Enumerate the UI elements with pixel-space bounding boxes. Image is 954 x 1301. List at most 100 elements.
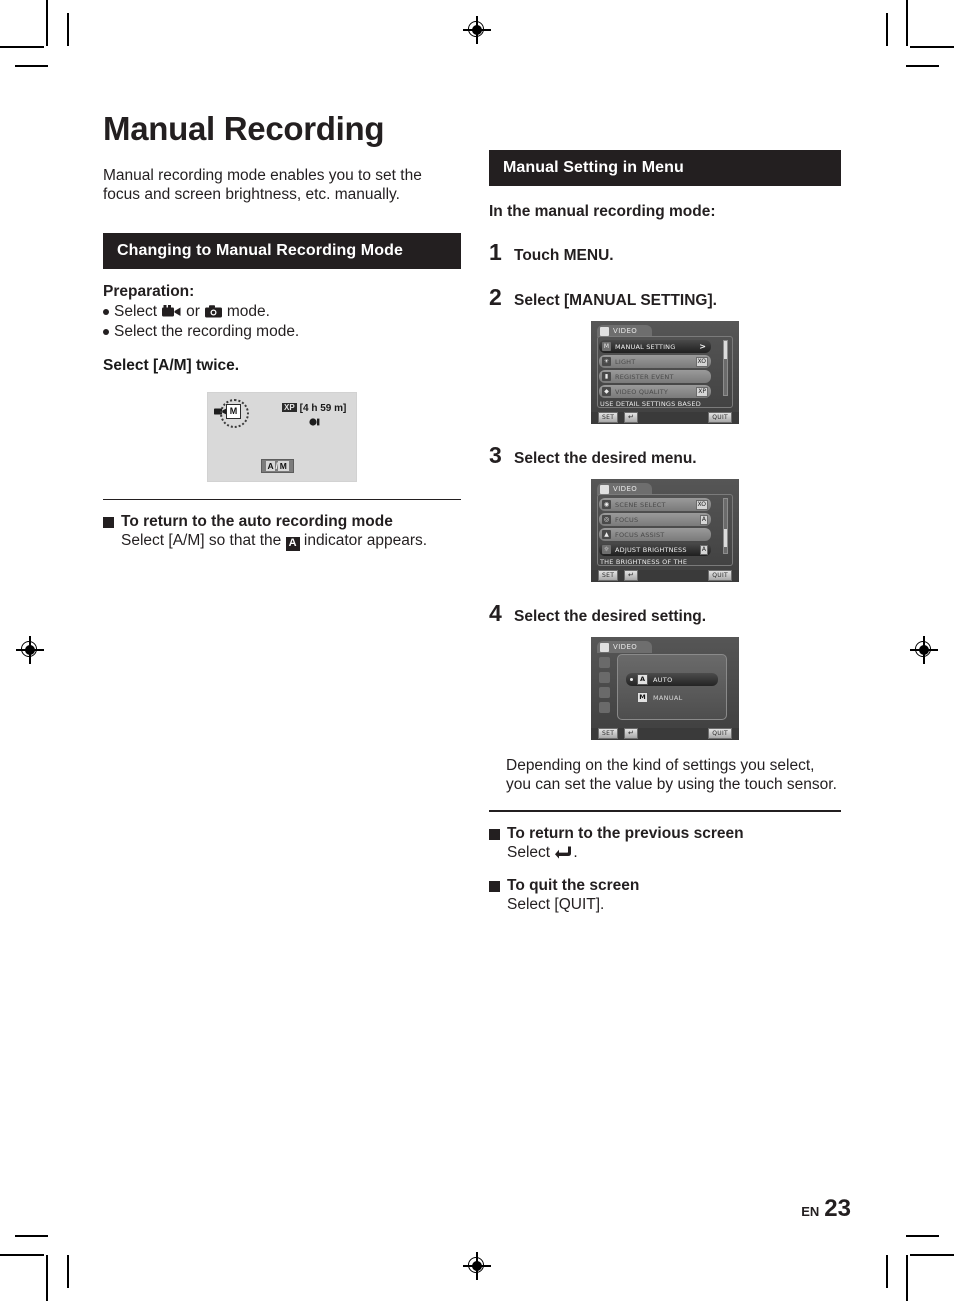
menu-row-value: A: [699, 514, 708, 525]
menu-set-button[interactable]: SET: [598, 570, 619, 581]
rec-dot-icon: [309, 417, 322, 429]
menu-screenshot-step-3: VIDEO ◉ SCENE SELECT XO ◎ FOCUS A ▲ FOCU…: [591, 479, 739, 582]
menu-row-scene-select[interactable]: ◉ SCENE SELECT XO: [599, 498, 711, 511]
menu-row-label: REGISTER EVENT: [615, 372, 674, 381]
page-footer: EN 23: [801, 1195, 851, 1223]
menu-row-label: FOCUS ASSIST: [615, 530, 665, 539]
lcd-quality-badge: XP: [282, 402, 297, 412]
step-3-text: Select the desired menu.: [514, 450, 697, 467]
bullet-select-mode: Select or mode.: [103, 302, 461, 322]
footer-page-number: 23: [824, 1195, 851, 1222]
brightness-icon: ☼: [602, 545, 611, 554]
menu-row-value: XO: [695, 499, 708, 510]
video-quality-icon: ◆: [602, 387, 611, 396]
square-bullet-icon: [489, 881, 500, 892]
menu-screenshot-step-2: VIDEO M MANUAL SETTING > ☀ LIGHT XO ▮ RE…: [591, 321, 739, 424]
step-2-number: 2: [489, 284, 502, 310]
menu-scrollbar[interactable]: [723, 498, 728, 554]
menu-set-button[interactable]: SET: [598, 728, 619, 739]
option-manual[interactable]: M MANUAL: [626, 691, 718, 704]
square-bullet-icon: [489, 829, 500, 840]
bullet-dot-icon: [103, 328, 109, 335]
return-to-previous-body: Select .: [507, 843, 841, 864]
left-divider: [103, 498, 461, 500]
square-bullet-icon: [103, 516, 114, 528]
menu-row-video-quality[interactable]: ◆ VIDEO QUALITY XP: [599, 385, 711, 398]
step-4: 4 Select the desired setting.: [489, 600, 841, 627]
return-to-auto-body: Select [A/M] so that the A indicator app…: [121, 531, 461, 551]
step-1-text: Touch MENU.: [514, 247, 614, 264]
return-to-auto-heading-text: To return to the auto recording mode: [121, 512, 393, 530]
back-arrow-icon: [555, 845, 572, 864]
menu-row-manual-setting[interactable]: M MANUAL SETTING >: [599, 340, 711, 353]
bullet-text-pre: Select: [114, 302, 158, 320]
return-to-auto-body-pre: Select [A/M] so that the: [121, 531, 282, 549]
lcd-am-button[interactable]: A / M: [261, 458, 294, 473]
step-4-number: 4: [489, 600, 502, 626]
auto-indicator-badge: A: [285, 536, 300, 551]
back-arrow-icon[interactable]: ↵: [624, 728, 639, 739]
step-4-text: Select the desired setting.: [514, 608, 707, 625]
menu-row-label: SCENE SELECT: [615, 500, 666, 509]
back-arrow-icon[interactable]: ↵: [624, 570, 639, 581]
return-to-previous-body-pre: Select: [507, 844, 551, 861]
dimmed-row-icon: [599, 657, 610, 668]
menu-row-light[interactable]: ☀ LIGHT XO: [599, 355, 711, 368]
option-badge: M: [637, 692, 648, 703]
footer-locale: EN: [801, 1204, 820, 1219]
menu-row-adjust-brightness[interactable]: ☼ ADJUST BRIGHTNESS A: [599, 543, 711, 556]
dimmed-row-icon: [599, 687, 610, 698]
selected-dot-icon: [630, 696, 633, 699]
return-to-previous-body-post: .: [573, 844, 578, 861]
quit-screen-body: Select [QUIT].: [507, 896, 605, 913]
manual-page: Manual Recording Manual recording mode e…: [0, 0, 954, 1301]
menu-row-register-event[interactable]: ▮ REGISTER EVENT: [599, 370, 711, 383]
bullet-text-post: mode.: [226, 302, 270, 320]
preparation-bullets: Select or mode. Select the recording mod…: [103, 302, 461, 342]
step-2: 2 Select [MANUAL SETTING].: [489, 284, 841, 311]
preparation-label: Preparation:: [103, 282, 195, 300]
focus-icon: ◎: [602, 515, 611, 524]
menu-set-button[interactable]: SET: [598, 412, 619, 423]
bullet-text-mid: or: [186, 302, 200, 320]
quit-screen-block: To quit the screen Select [QUIT].: [489, 877, 841, 914]
section-heading-changing-to-manual-recording-mode: Changing to Manual Recording Mode: [103, 232, 461, 269]
instruction-select-am-twice: Select [A/M] twice.: [103, 356, 240, 374]
return-to-previous-block: To return to the previous screen Select …: [489, 825, 841, 864]
step-3-number: 3: [489, 442, 502, 468]
step-1: 1 Touch MENU.: [489, 239, 841, 266]
return-to-auto-heading: To return to the auto recording mode: [103, 513, 461, 531]
video-tab-icon: [600, 484, 609, 494]
right-column: Manual Setting in Menu In the manual rec…: [489, 150, 841, 914]
quit-screen-heading: To quit the screen: [489, 877, 841, 895]
return-to-auto-body-post: indicator appears.: [303, 531, 428, 549]
bullet-dot-icon: [103, 308, 109, 315]
return-to-previous-heading-text: To return to the previous screen: [507, 825, 744, 842]
menu-quit-button[interactable]: QUIT: [708, 412, 732, 423]
dimmed-row-icon: [599, 672, 610, 683]
menu-row-label: FOCUS: [615, 515, 639, 524]
menu-quit-button[interactable]: QUIT: [708, 728, 732, 739]
menu-tab-video: VIDEO: [597, 641, 652, 653]
menu-scrollbar-thumb[interactable]: [724, 341, 727, 359]
focus-assist-icon: ▲: [602, 530, 611, 539]
step-1-number: 1: [489, 239, 502, 265]
menu-row-focus[interactable]: ◎ FOCUS A: [599, 513, 711, 526]
quit-screen-heading-text: To quit the screen: [507, 877, 640, 894]
return-to-previous-heading: To return to the previous screen: [489, 825, 841, 843]
menu-tab-label: VIDEO: [613, 643, 638, 651]
menu-row-focus-assist[interactable]: ▲ FOCUS ASSIST: [599, 528, 711, 541]
menu-rows: M MANUAL SETTING > ☀ LIGHT XO ▮ REGISTER…: [599, 340, 711, 400]
still-camera-icon: [204, 305, 222, 318]
video-tab-icon: [600, 326, 609, 336]
option-label: AUTO: [653, 675, 673, 684]
light-icon: ☀: [602, 357, 611, 366]
menu-row-label: MANUAL SETTING: [615, 342, 676, 351]
menu-scrollbar-thumb[interactable]: [724, 529, 727, 547]
return-to-auto-block: To return to the auto recording mode Sel…: [103, 513, 461, 551]
lcd-am-manual: M: [278, 460, 289, 471]
menu-scrollbar[interactable]: [723, 340, 728, 396]
back-arrow-icon[interactable]: ↵: [624, 412, 639, 423]
menu-quit-button[interactable]: QUIT: [708, 570, 732, 581]
option-auto[interactable]: A AUTO: [626, 673, 718, 686]
